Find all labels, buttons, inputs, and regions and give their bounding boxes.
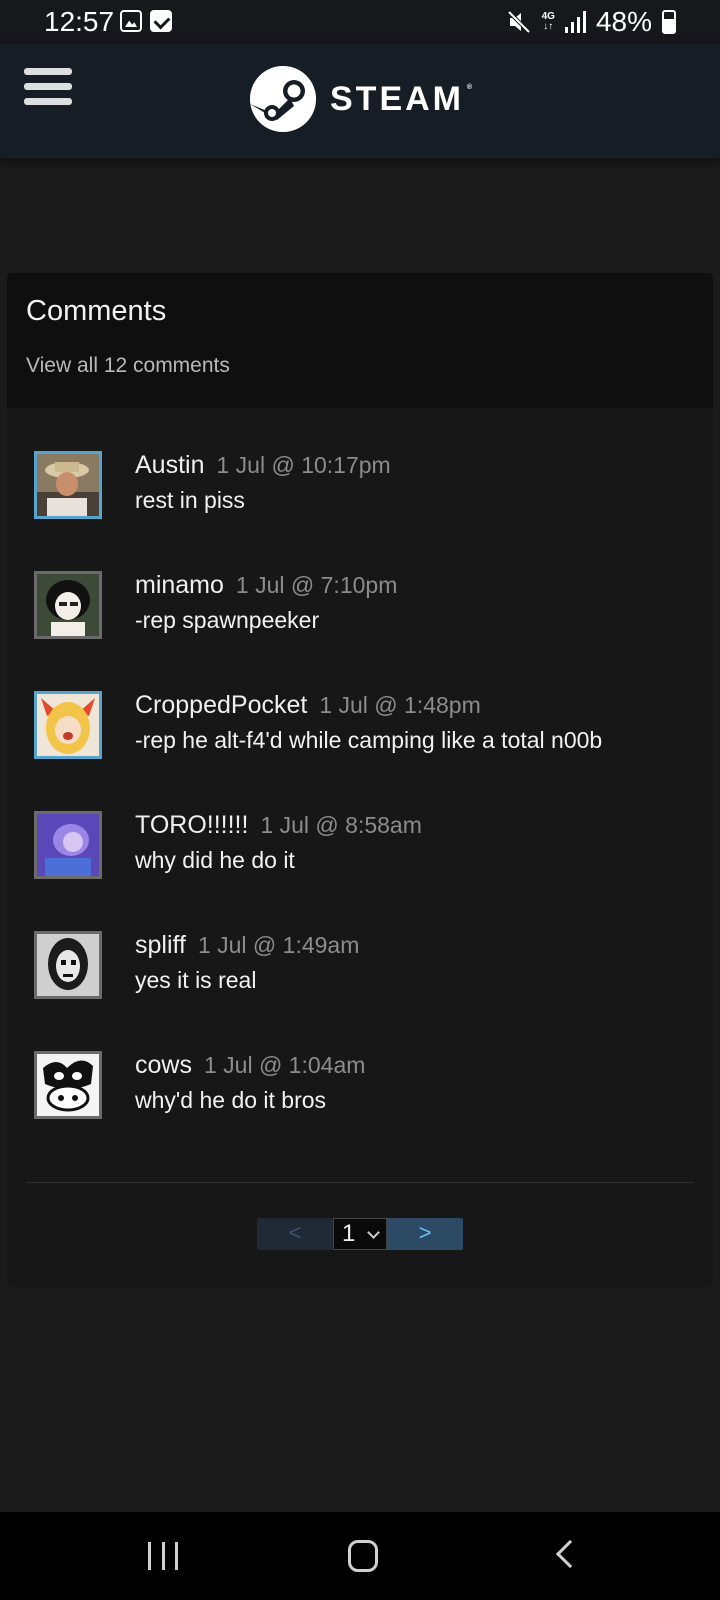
- back-icon[interactable]: [555, 1539, 585, 1569]
- pagination: < 1 >: [257, 1218, 463, 1250]
- avatar-image: [37, 934, 99, 996]
- comment-item: TORO!!!!!! 1 Jul @ 8:58am why did he do i…: [7, 811, 713, 911]
- page-number: 1: [342, 1220, 356, 1247]
- avatar-image: [37, 454, 99, 516]
- registered-mark: ®: [466, 83, 472, 91]
- status-bar: 12:57 4G ↓↑ 48%: [0, 0, 720, 44]
- brand-text: STEAM: [330, 79, 464, 118]
- comment-timestamp: 1 Jul @ 10:17pm: [216, 452, 391, 478]
- image-notification-icon: [120, 10, 142, 32]
- comments-title: Comments: [26, 295, 167, 327]
- prev-page-button[interactable]: <: [257, 1218, 333, 1250]
- comment-author[interactable]: cows: [135, 1051, 192, 1079]
- status-time: 12:57: [44, 6, 115, 37]
- comment-item: CroppedPocket 1 Jul @ 1:48pm -rep he alt-…: [7, 691, 713, 791]
- avatar[interactable]: [34, 691, 102, 759]
- steam-logo[interactable]: STEAM ®: [250, 66, 472, 132]
- comment-text: -rep spawnpeeker: [135, 607, 320, 633]
- 4g-icon: 4G ↓↑: [541, 11, 555, 32]
- comment-author[interactable]: spliff: [135, 931, 186, 959]
- comment-text: -rep he alt-f4'd while camping like a to…: [135, 727, 603, 753]
- next-page-button[interactable]: >: [387, 1218, 463, 1250]
- system-icons: 4G ↓↑ 48%: [506, 6, 676, 38]
- comment-timestamp: 1 Jul @ 1:49am: [197, 932, 360, 958]
- comment-text: why'd he do it bros: [135, 1087, 327, 1113]
- mute-icon: [507, 10, 531, 34]
- comment-meta: TORO!!!!!! 1 Jul @ 8:58am: [135, 811, 422, 840]
- avatar-image: [37, 574, 99, 636]
- avatar-image: [37, 1054, 99, 1116]
- view-all-comments-link[interactable]: View all 12 comments: [26, 354, 694, 378]
- comment-item: cows 1 Jul @ 1:04am why'd he do it bros: [7, 1051, 713, 1151]
- comment-meta: cows 1 Jul @ 1:04am: [135, 1051, 365, 1080]
- avatar-image: [37, 814, 99, 876]
- comment-meta: CroppedPocket 1 Jul @ 1:48pm: [135, 691, 481, 720]
- avatar[interactable]: [34, 1051, 102, 1119]
- checkbox-notification-icon: [150, 10, 172, 32]
- comment-author[interactable]: minamo: [135, 571, 224, 599]
- battery-percent: 48%: [595, 6, 652, 37]
- comment-item: spliff 1 Jul @ 1:49am yes it is real: [7, 931, 713, 1031]
- battery-icon: [662, 10, 676, 34]
- comment-meta: spliff 1 Jul @ 1:49am: [135, 931, 359, 960]
- avatar-image: [37, 694, 99, 756]
- comment-author[interactable]: Austin: [135, 451, 204, 479]
- network-type: 4G: [541, 11, 555, 22]
- comment-meta: minamo 1 Jul @ 7:10pm: [135, 571, 397, 600]
- comment-timestamp: 1 Jul @ 7:10pm: [235, 572, 398, 598]
- comment-text: yes it is real: [135, 967, 257, 993]
- recent-apps-icon[interactable]: [148, 1542, 178, 1570]
- menu-icon[interactable]: [24, 68, 72, 108]
- app-header: STEAM ®: [0, 44, 720, 158]
- comments-panel: Comments View all 12 comments Austin 1 Ju…: [7, 273, 713, 1287]
- avatar[interactable]: [34, 451, 102, 519]
- comment-text: rest in piss: [135, 487, 245, 513]
- notification-icons: [120, 10, 172, 32]
- steam-logo-icon: [250, 66, 316, 132]
- system-nav-bar: [0, 1512, 720, 1600]
- comments-header: Comments View all 12 comments: [7, 273, 713, 408]
- comment-item: minamo 1 Jul @ 7:10pm -rep spawnpeeker: [7, 571, 713, 671]
- comment-text: why did he do it: [135, 847, 295, 873]
- chevron-down-icon: [367, 1226, 380, 1239]
- signal-icon: [564, 11, 586, 33]
- avatar[interactable]: [34, 571, 102, 639]
- comment-timestamp: 1 Jul @ 8:58am: [260, 812, 422, 838]
- avatar[interactable]: [34, 931, 102, 999]
- comment-timestamp: 1 Jul @ 1:48pm: [319, 692, 481, 718]
- page-select[interactable]: 1: [333, 1218, 387, 1250]
- home-icon[interactable]: [348, 1540, 378, 1572]
- comment-timestamp: 1 Jul @ 1:04am: [203, 1052, 366, 1078]
- comment-item: Austin 1 Jul @ 10:17pm rest in piss: [7, 451, 713, 551]
- brand-name: STEAM ®: [330, 79, 472, 119]
- avatar[interactable]: [34, 811, 102, 879]
- comment-author[interactable]: TORO!!!!!!: [135, 811, 248, 839]
- comment-author[interactable]: CroppedPocket: [135, 691, 307, 719]
- divider: [26, 1182, 694, 1183]
- comment-meta: Austin 1 Jul @ 10:17pm: [135, 451, 391, 480]
